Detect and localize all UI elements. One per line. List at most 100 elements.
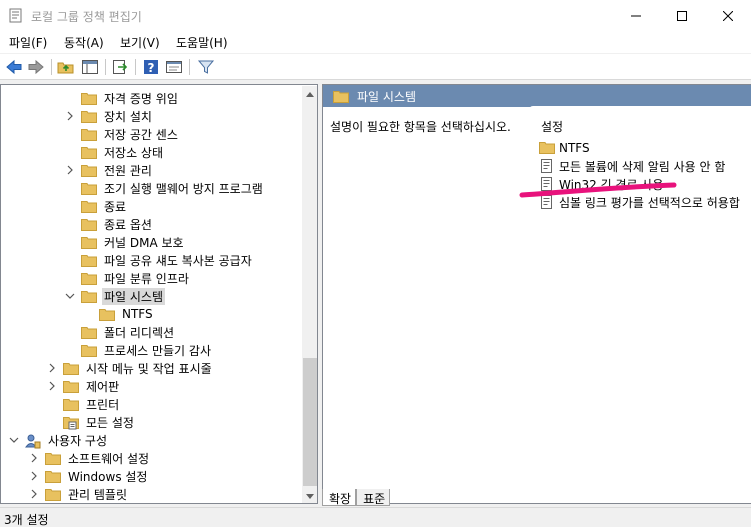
list-item-symlink-evaluation[interactable]: 심볼 링크 평가를 선택적으로 허용합 <box>539 193 740 211</box>
list-item-disable-delete-notifications[interactable]: 모든 볼륨에 삭제 알림 사용 안 함 <box>539 157 725 175</box>
description-text: 설명이 필요한 항목을 선택하십시오. <box>330 120 511 134</box>
user-config-icon <box>25 434 41 448</box>
tree-item-all-settings[interactable]: 모든 설정 <box>47 413 136 431</box>
folder-icon <box>81 236 97 249</box>
folder-icon <box>45 470 61 483</box>
folder-icon <box>333 90 349 103</box>
menu-action[interactable]: 동작(A) <box>64 34 104 51</box>
folder-icon <box>81 92 97 105</box>
tree-item-administrative-templates[interactable]: 관리 템플릿 <box>29 485 129 503</box>
chevron-right-icon[interactable] <box>65 111 75 121</box>
status-text: 3개 설정 <box>4 513 49 527</box>
view-tabs: 확장 표준 <box>322 488 391 506</box>
filter-icon[interactable] <box>197 58 215 76</box>
folder-icon <box>81 200 97 213</box>
title-bar: 로컬 그룹 정책 편집기 <box>0 0 751 31</box>
policy-setting-icon <box>539 158 555 174</box>
folder-icon <box>81 110 97 123</box>
tab-standard[interactable]: 표준 <box>356 489 391 506</box>
tree-item-software-settings[interactable]: 소프트웨어 설정 <box>29 449 151 467</box>
maximize-button[interactable] <box>659 0 705 31</box>
tree-item-windows-settings[interactable]: Windows 설정 <box>29 467 149 485</box>
folder-icon <box>81 128 97 141</box>
back-arrow-icon[interactable] <box>5 58 23 76</box>
tree-item-file-system[interactable]: 파일 시스템 <box>65 287 166 305</box>
scroll-up-icon[interactable] <box>302 86 317 102</box>
tree-item-file-classification[interactable]: 파일 분류 인프라 <box>65 269 191 287</box>
menu-help[interactable]: 도움말(H) <box>176 34 228 51</box>
folder-icon <box>99 308 115 321</box>
folder-icon <box>539 140 555 156</box>
chevron-down-icon[interactable] <box>65 291 75 301</box>
tree-item-ntfs[interactable]: NTFS <box>83 305 155 323</box>
tree-item-control-panel[interactable]: 제어판 <box>47 377 121 395</box>
content-area: 자격 증명 위임 장치 설치 저장 공간 센스 저장소 상태 전원 관리 조기 … <box>0 80 751 507</box>
folder-icon <box>81 218 97 231</box>
window-title: 로컬 그룹 정책 편집기 <box>31 10 142 24</box>
list-item-ntfs[interactable]: NTFS <box>539 139 590 157</box>
folder-icon <box>81 326 97 339</box>
tree-item-shutdown-options[interactable]: 종료 옵션 <box>65 215 154 233</box>
tree-item-power-management[interactable]: 전원 관리 <box>65 161 154 179</box>
scroll-down-icon[interactable] <box>302 488 317 503</box>
status-bar: 3개 설정 <box>0 507 751 527</box>
chevron-right-icon[interactable] <box>29 453 39 463</box>
gpedit-app-icon <box>9 8 23 23</box>
list-item-win32-long-paths[interactable]: Win32 긴 경로 사용 <box>539 175 663 193</box>
tree-item-storage-sense[interactable]: 저장 공간 센스 <box>65 125 180 143</box>
folder-icon <box>45 452 61 465</box>
folder-icon <box>45 488 61 501</box>
tree-item-device-installation[interactable]: 장치 설치 <box>65 107 154 125</box>
tree-item-file-share-shadow-copy[interactable]: 파일 공유 섀도 복사본 공급자 <box>65 251 254 269</box>
settings-folder-icon <box>63 416 79 429</box>
menu-bar: 파일(F) 동작(A) 보기(V) 도움말(H) <box>0 31 751 53</box>
help-icon[interactable]: ? <box>142 58 160 76</box>
forward-arrow-icon[interactable] <box>27 58 45 76</box>
tree-item-kernel-dma-protection[interactable]: 커널 DMA 보호 <box>65 233 186 251</box>
tree-scrollbar[interactable] <box>302 86 317 503</box>
tree-item-user-configuration[interactable]: 사용자 구성 <box>9 431 109 449</box>
folder-icon <box>63 398 79 411</box>
chevron-right-icon[interactable] <box>29 471 39 481</box>
settings-list: 설정 NTFS 모든 볼륨에 삭제 알림 사용 안 함 Win32 긴 경로 사… <box>529 106 751 501</box>
details-header: 파일 시스템 <box>323 85 751 107</box>
tree-item-shutdown[interactable]: 종료 <box>65 197 128 215</box>
minimize-button[interactable] <box>613 0 659 31</box>
tree-pane: 자격 증명 위임 장치 설치 저장 공간 센스 저장소 상태 전원 관리 조기 … <box>0 84 318 504</box>
tree-item-printers[interactable]: 프린터 <box>47 395 121 413</box>
details-pane: 파일 시스템 설명이 필요한 항목을 선택하십시오. 설정 NTFS 모든 볼륨… <box>322 84 751 504</box>
scrollbar-thumb[interactable] <box>303 358 317 486</box>
details-header-title: 파일 시스템 <box>357 89 417 104</box>
chevron-right-icon[interactable] <box>29 489 39 499</box>
close-button[interactable] <box>705 0 751 31</box>
folder-icon <box>81 254 97 267</box>
toolbar: ? <box>0 53 751 80</box>
chevron-right-icon[interactable] <box>47 363 57 373</box>
chevron-right-icon[interactable] <box>47 381 57 391</box>
export-list-icon[interactable] <box>111 58 129 76</box>
show-hide-tree-icon[interactable] <box>81 58 99 76</box>
folder-icon <box>81 146 97 159</box>
tree-item-folder-redirection[interactable]: 폴더 리디렉션 <box>65 323 176 341</box>
menu-view[interactable]: 보기(V) <box>120 34 160 51</box>
tree-item-early-launch-antimalware[interactable]: 조기 실행 맬웨어 방지 프로그램 <box>65 179 265 197</box>
folder-icon <box>81 272 97 285</box>
folder-icon <box>63 380 79 393</box>
column-header-setting[interactable]: 설정 <box>541 118 563 135</box>
open-folder-icon <box>81 290 97 303</box>
menu-file[interactable]: 파일(F) <box>9 34 47 51</box>
tab-extended[interactable]: 확장 <box>322 489 357 506</box>
chevron-down-icon[interactable] <box>9 435 19 445</box>
tree-item-credentials-delegation[interactable]: 자격 증명 위임 <box>65 89 180 107</box>
chevron-right-icon[interactable] <box>65 165 75 175</box>
svg-text:?: ? <box>148 61 155 75</box>
properties-icon[interactable] <box>165 58 183 76</box>
tree-item-start-menu-taskbar[interactable]: 시작 메뉴 및 작업 표시줄 <box>47 359 214 377</box>
policy-setting-icon <box>539 194 555 210</box>
tree-item-storage-health[interactable]: 저장소 상태 <box>65 143 165 161</box>
up-folder-icon[interactable] <box>57 58 75 76</box>
folder-icon <box>63 362 79 375</box>
folder-icon <box>81 182 97 195</box>
tree-item-process-creation-audit[interactable]: 프로세스 만들기 감사 <box>65 341 213 359</box>
policy-setting-icon <box>539 176 555 192</box>
